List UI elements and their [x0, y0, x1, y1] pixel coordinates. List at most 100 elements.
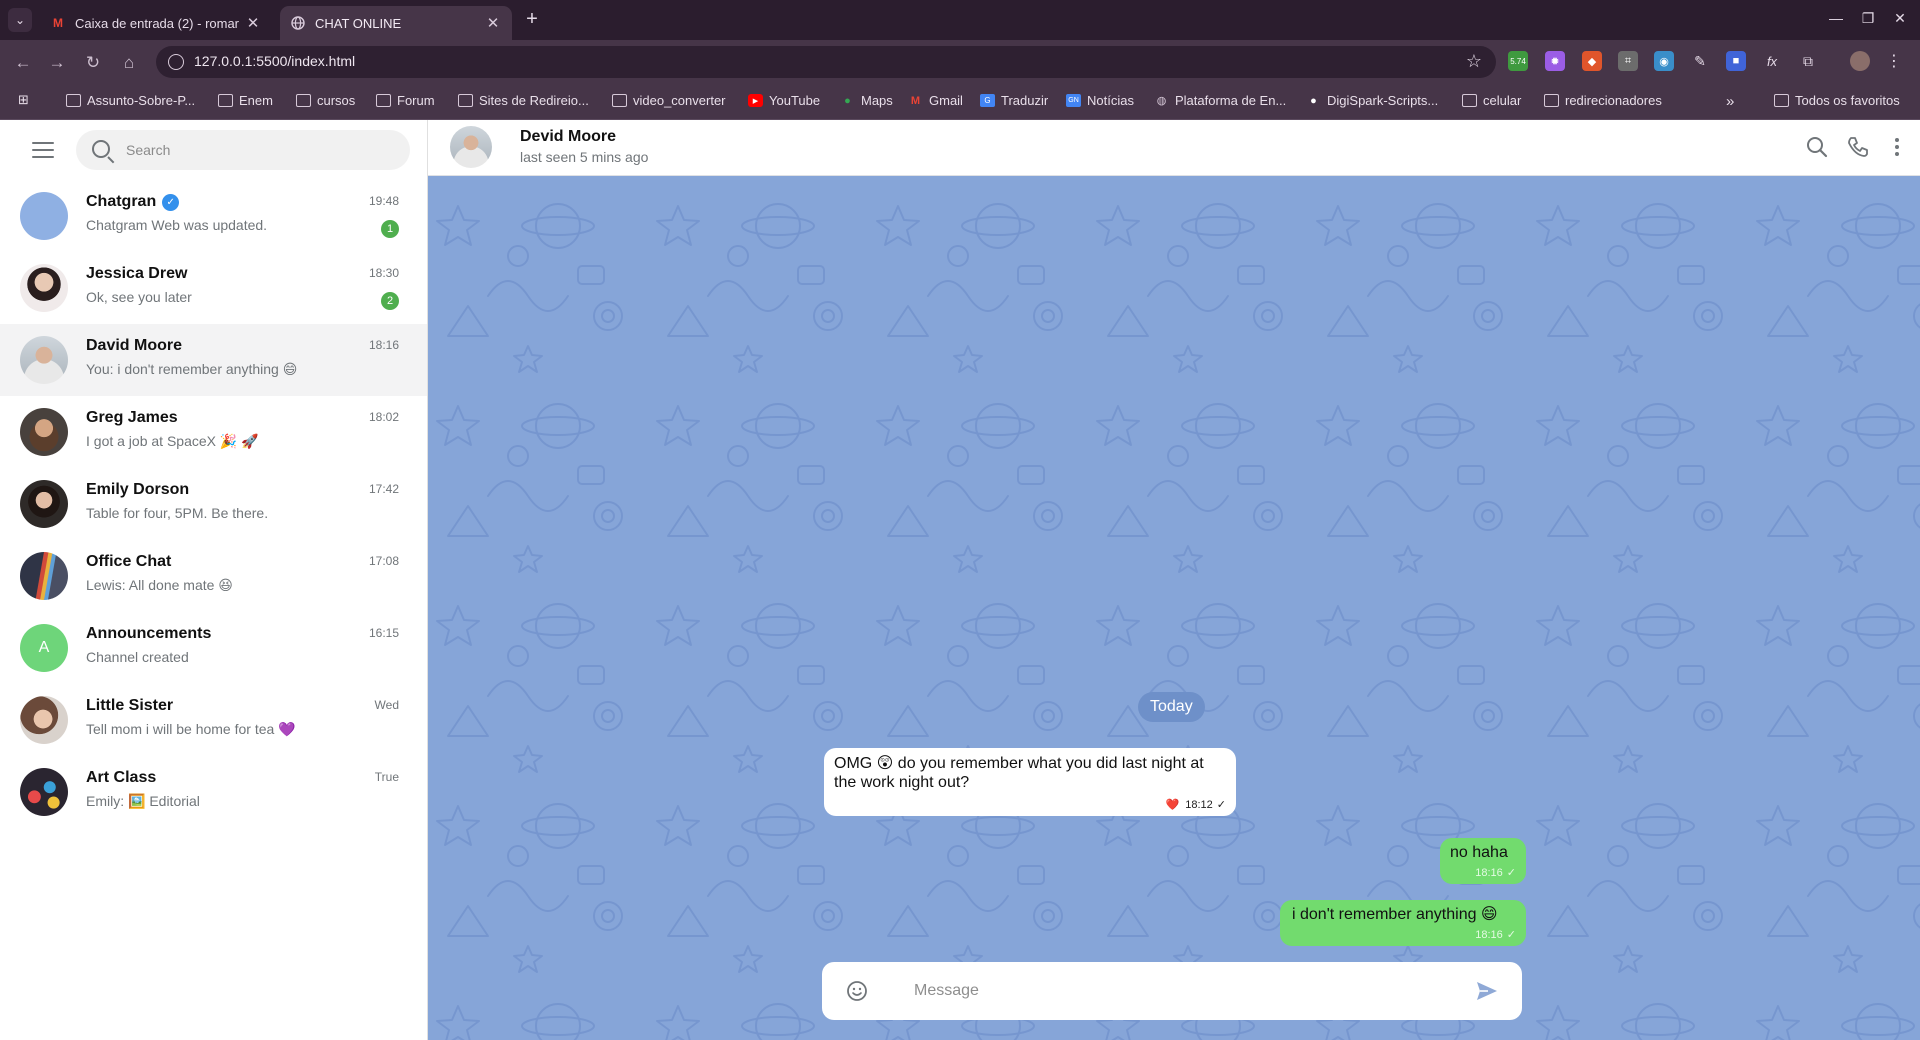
- restore-icon[interactable]: ❐: [1858, 10, 1878, 27]
- chat-preview: Table for four, 5PM. Be there.: [86, 505, 269, 521]
- tab-search-button[interactable]: ⌄: [8, 8, 32, 32]
- home-icon[interactable]: ⌂: [118, 52, 140, 74]
- forward-icon[interactable]: →: [46, 52, 68, 74]
- browser-toolbar: ← → ↻ ⌂ 127.0.0.1:5500/index.html ☆ 5.74…: [0, 40, 1920, 84]
- emoji-icon[interactable]: [846, 980, 868, 1002]
- gmail-icon: M: [910, 94, 921, 107]
- chat-time: 17:08: [368, 554, 399, 568]
- unread-badge: 1: [381, 220, 399, 238]
- browser-tab-strip: ⌄ M Caixa de entrada (2) - romar ✕ CHAT …: [0, 0, 1920, 40]
- chat-name-row: Chatgran ✓: [86, 193, 180, 211]
- chat-time: 19:48: [368, 194, 399, 208]
- folder-icon: [218, 94, 233, 107]
- search-box: [76, 130, 410, 170]
- avatar: [20, 264, 68, 312]
- unread-badge: 2: [381, 292, 399, 310]
- read-check-icon: ✓: [1506, 929, 1516, 941]
- contact-name[interactable]: Devid Moore: [520, 128, 616, 146]
- extensions-puzzle-icon[interactable]: ⧉: [1798, 51, 1818, 71]
- tab-gmail[interactable]: M Caixa de entrada (2) - romar ✕: [40, 6, 272, 40]
- outgoing-message-bubble[interactable]: no haha 18:16 ✓: [1440, 838, 1526, 884]
- extension-icon[interactable]: ◉: [1654, 51, 1674, 71]
- chat-list-item[interactable]: A Announcements Channel created 16:15: [0, 612, 427, 684]
- bookmark-platform[interactable]: ◍ Plataforma de En...: [1154, 93, 1287, 108]
- avatar: [20, 768, 68, 816]
- bookmark-folder[interactable]: redirecionadores: [1544, 93, 1662, 108]
- bookmark-maps[interactable]: ● Maps: [840, 93, 893, 108]
- youtube-icon: ▶: [748, 94, 763, 107]
- profile-avatar[interactable]: [1850, 51, 1870, 71]
- contact-avatar[interactable]: [450, 126, 492, 168]
- bookmark-github[interactable]: ● DigiSpark-Scripts...: [1306, 93, 1438, 108]
- chat-list-item[interactable]: Little Sister Tell mom i will be home fo…: [0, 684, 427, 756]
- bookmark-news[interactable]: GN Notícias: [1066, 93, 1134, 108]
- tab-chat-online[interactable]: CHAT ONLINE ✕: [280, 6, 512, 40]
- maps-icon: ●: [844, 94, 851, 107]
- chat-list-item[interactable]: Jessica Drew Ok, see you later 18:30 2: [0, 252, 427, 324]
- chat-list-item[interactable]: Art Class Emily: 🖼️ Editorial True: [0, 756, 427, 828]
- bookmark-folder[interactable]: Enem: [218, 93, 273, 108]
- bookmark-youtube[interactable]: ▶ YouTube: [748, 93, 820, 108]
- bookmark-translate[interactable]: G Traduzir: [980, 93, 1048, 108]
- new-tab-button[interactable]: +: [520, 8, 544, 32]
- pen-extension-icon[interactable]: ✎: [1690, 51, 1710, 71]
- apps-grid-icon[interactable]: ⊞: [16, 92, 37, 107]
- folder-icon: [66, 94, 81, 107]
- browser-menu-icon[interactable]: ⋮: [1884, 51, 1904, 71]
- chat-time: True: [374, 770, 399, 784]
- bookmark-star-icon[interactable]: ☆: [1466, 51, 1482, 72]
- read-check-icon: ✓: [1216, 799, 1226, 811]
- site-info-icon[interactable]: [168, 54, 184, 70]
- close-window-icon[interactable]: ✕: [1890, 10, 1910, 27]
- chat-preview: Ok, see you later: [86, 289, 192, 305]
- message-input[interactable]: [914, 980, 1414, 1002]
- close-tab-icon[interactable]: ✕: [484, 14, 502, 32]
- chat-list-item[interactable]: Greg James I got a job at SpaceX 🎉 🚀 18:…: [0, 396, 427, 468]
- close-tab-icon[interactable]: ✕: [244, 14, 262, 32]
- chat-list-item[interactable]: Office Chat Lewis: All done mate 😆 17:08: [0, 540, 427, 612]
- search-icon[interactable]: [1806, 136, 1830, 160]
- hamburger-menu-icon[interactable]: [32, 140, 56, 160]
- tab-title: Caixa de entrada (2) - romar: [75, 15, 240, 31]
- incoming-message-bubble[interactable]: OMG 😲 do you remember what you did last …: [824, 748, 1236, 816]
- search-input[interactable]: [126, 140, 386, 160]
- extension-icon[interactable]: ■: [1726, 51, 1746, 71]
- send-icon[interactable]: [1474, 978, 1500, 1004]
- bookmark-folder[interactable]: Forum: [376, 93, 435, 108]
- chat-time: 18:16: [368, 338, 399, 352]
- avatar: [20, 336, 68, 384]
- bookmark-folder[interactable]: cursos: [296, 93, 355, 108]
- avatar: [20, 480, 68, 528]
- extension-icon[interactable]: ⌗: [1618, 51, 1638, 71]
- minimize-icon[interactable]: —: [1826, 10, 1846, 26]
- bookmark-gmail[interactable]: M Gmail: [908, 93, 963, 108]
- folder-icon: [1544, 94, 1559, 107]
- phone-call-icon[interactable]: [1846, 136, 1870, 160]
- address-bar[interactable]: 127.0.0.1:5500/index.html ☆: [156, 46, 1496, 78]
- chat-list-item[interactable]: Emily Dorson Table for four, 5PM. Be the…: [0, 468, 427, 540]
- back-icon[interactable]: ←: [12, 52, 34, 74]
- reload-icon[interactable]: ↻: [82, 52, 104, 74]
- heart-reaction-icon[interactable]: ❤️: [1166, 798, 1180, 811]
- message-meta: 18:16 ✓: [1475, 928, 1516, 942]
- chat-list-item[interactable]: Chatgran ✓ Chatgram Web was updated. 19:4…: [0, 180, 427, 252]
- extension-icon[interactable]: ◆: [1582, 51, 1602, 71]
- extension-icon[interactable]: ✹: [1545, 51, 1565, 71]
- chat-time: 17:42: [368, 482, 399, 496]
- chat-preview: Channel created: [86, 649, 189, 665]
- more-bookmarks-icon[interactable]: »: [1726, 93, 1734, 110]
- extension-icon[interactable]: 5.74: [1508, 51, 1528, 71]
- all-bookmarks-folder[interactable]: Todos os favoritos: [1774, 93, 1900, 108]
- fx-extension-icon[interactable]: fx: [1762, 51, 1782, 71]
- conversation-pane: Devid Moore last seen 5 mins ago Today O…: [428, 120, 1920, 1040]
- bookmark-folder[interactable]: Sites de Redireio...: [458, 93, 589, 108]
- more-options-icon[interactable]: [1886, 136, 1910, 160]
- bookmark-folder[interactable]: Assunto-Sobre-P...: [66, 93, 195, 108]
- chat-list-item-selected[interactable]: David Moore You: i don't remember anythi…: [0, 324, 427, 396]
- bookmark-folder[interactable]: celular: [1462, 93, 1521, 108]
- chat-preview: I got a job at SpaceX 🎉 🚀: [86, 433, 259, 449]
- chat-name: Little Sister: [86, 697, 174, 714]
- chat-time: 16:15: [368, 626, 399, 640]
- outgoing-message-bubble[interactable]: i don't remember anything 😄 18:16 ✓: [1280, 900, 1526, 946]
- bookmark-folder[interactable]: video_converter: [612, 93, 726, 108]
